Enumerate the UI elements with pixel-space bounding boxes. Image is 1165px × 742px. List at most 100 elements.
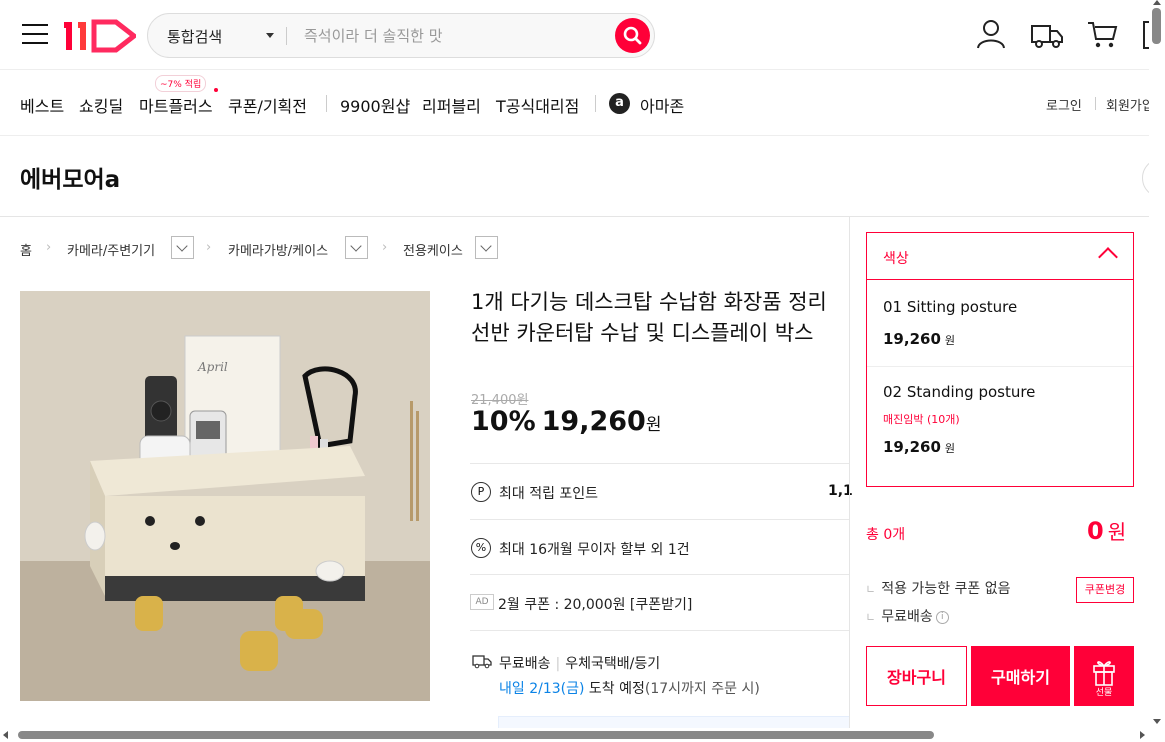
gift-label: 선물 [1095, 687, 1113, 697]
add-to-cart-button[interactable]: 장바구니 [866, 646, 967, 706]
signup-link[interactable]: 회원가입 [1106, 95, 1154, 114]
product-image[interactable]: April [20, 291, 430, 701]
nav-mart-plus[interactable]: 마트플러스 [139, 93, 213, 117]
arrival-info: 내일 2/13(금) 도착 예정(17시까지 주문 시) [499, 678, 760, 698]
nav-9900-shop[interactable]: 9900원샵 [340, 93, 410, 117]
option-price-value: 19,260 [883, 330, 941, 348]
total-amount: 0원 [1087, 516, 1126, 545]
calendar-text: April [197, 360, 228, 374]
nav-amazon[interactable]: 아마존 [640, 93, 684, 117]
chevron-right-icon: › [382, 240, 388, 255]
search-scope-select[interactable]: 통합검색 [167, 26, 222, 47]
scroll-right-icon[interactable] [1140, 731, 1145, 739]
total-amount-value: 0 [1087, 517, 1104, 545]
breadcrumb-camera-bag[interactable]: 카메라가방/케이스 [228, 240, 328, 259]
search-icon [623, 26, 642, 45]
chevron-right-icon: › [206, 240, 212, 255]
search-button[interactable] [615, 18, 650, 53]
nav-shocking-deal[interactable]: 쇼킹딜 [79, 93, 123, 117]
gift-button[interactable]: 선물 [1074, 646, 1134, 706]
coupon-status-text: 적용 가능한 쿠폰 없음 [881, 581, 1011, 597]
option-item[interactable]: 01 Sitting posture 19,260 원 [867, 281, 1133, 366]
buy-now-button[interactable]: 구매하기 [971, 646, 1070, 706]
free-shipping-text: 무료배송 [881, 609, 933, 625]
breadcrumb-home[interactable]: 홈 [20, 240, 32, 259]
delivery-truck-icon [472, 655, 492, 669]
shipping-method: 우체국택배/등기 [565, 656, 661, 672]
amazon-icon[interactable]: a [609, 93, 630, 114]
arrival-text: 도착 예정 [588, 681, 645, 697]
percent-icon: % [471, 538, 491, 558]
nav-divider [595, 95, 596, 112]
option-price-unit: 원 [944, 334, 956, 347]
price-unit: 원 [645, 415, 662, 435]
new-dot [214, 88, 218, 92]
scroll-left-icon[interactable] [3, 731, 8, 739]
stock-warning: 매진임박 (10개) [883, 413, 960, 426]
option-price-unit: 원 [944, 442, 956, 455]
info-icon[interactable]: i [935, 610, 949, 624]
search-input[interactable] [304, 23, 604, 48]
divider [470, 574, 850, 575]
option-header[interactable]: 색상 [867, 233, 1133, 280]
nav-best[interactable]: 베스트 [20, 93, 64, 117]
point-label[interactable]: 최대 적립 포인트 [499, 483, 598, 503]
scroll-up-icon[interactable] [1153, 0, 1161, 5]
corner-icon: ∟ [866, 611, 876, 624]
divider [470, 463, 850, 464]
top-header: 통합검색 [0, 0, 1165, 70]
vertical-scroll-thumb[interactable] [1152, 8, 1161, 44]
scroll-down-icon[interactable] [1153, 719, 1161, 724]
login-link[interactable]: 로그인 [1046, 95, 1082, 114]
option-price-value: 19,260 [883, 438, 941, 456]
11st-logo[interactable] [64, 18, 136, 54]
option-label: 색상 [883, 251, 909, 267]
caret-down-icon[interactable] [266, 33, 274, 38]
corner-icon: ∟ [866, 583, 876, 596]
arrival-note: (17시까지 주문 시) [644, 681, 760, 697]
divider [470, 630, 850, 631]
seller-name[interactable]: 에버모어a [20, 160, 120, 194]
breadcrumb-dropdown[interactable] [475, 236, 498, 259]
nav-refurbly[interactable]: 리퍼블리 [422, 93, 481, 117]
sale-price: 19,260 [541, 406, 646, 437]
option-price: 19,260 원 [883, 330, 955, 348]
option-selector: 색상 01 Sitting posture 19,260 원 02 Standin… [866, 232, 1134, 487]
menu-icon[interactable] [22, 24, 48, 46]
breadcrumb-dropdown[interactable] [171, 236, 194, 259]
option-price: 19,260 원 [883, 438, 955, 456]
coupon-download[interactable]: 2월 쿠폰 : 20,000원 [쿠폰받기] [498, 594, 692, 614]
total-count: 총 0개 [866, 527, 906, 543]
nav-coupon[interactable]: 쿠폰/기획전 [228, 93, 307, 117]
coupon-status: ∟ 적용 가능한 쿠폰 없음 [866, 578, 1011, 598]
option-item[interactable]: 02 Standing posture 매진임박 (10개) 19,260 원 [867, 367, 1133, 487]
divider [470, 519, 850, 520]
search-divider [286, 27, 287, 45]
horizontal-scroll-thumb[interactable] [18, 731, 934, 739]
util-divider [1095, 97, 1096, 110]
coupon-change-button[interactable]: 쿠폰변경 [1076, 577, 1134, 603]
delivery-truck-icon[interactable] [1030, 18, 1064, 50]
discount-rate: 10% [471, 406, 536, 437]
installment-info[interactable]: 최대 16개월 무이자 할부 외 1건 [499, 539, 690, 559]
ad-badge: AD [470, 594, 494, 610]
breadcrumb-dropdown[interactable] [345, 236, 368, 259]
vertical-scrollbar[interactable] [1149, 0, 1165, 728]
total-amount-unit: 원 [1107, 520, 1127, 544]
option-name: 02 Standing posture [883, 383, 1036, 401]
search-bar: 통합검색 [147, 13, 655, 58]
shipping-info: 무료배송 | 우체국택배/등기 [499, 653, 660, 673]
option-name: 01 Sitting posture [883, 298, 1018, 316]
seller-bar: 에버모어a [0, 136, 1165, 217]
breadcrumb-case[interactable]: 전용케이스 [403, 240, 463, 259]
user-icon[interactable] [975, 18, 1007, 50]
chevron-up-icon[interactable] [1098, 247, 1118, 267]
free-shipping-row: ∟ 무료배송 i [866, 606, 949, 626]
nav-t-official[interactable]: T공식대리점 [496, 93, 579, 117]
price-row: 10% 19,260원 [471, 406, 661, 437]
breadcrumb-camera[interactable]: 카메라/주변기기 [67, 240, 155, 259]
cart-icon[interactable] [1086, 18, 1118, 50]
shipping-divider: | [555, 656, 561, 672]
global-nav: 베스트 쇼킹딜 마트플러스 ~7% 적립 쿠폰/기획전 9900원샵 리퍼블리 … [0, 70, 1165, 136]
chevron-right-icon: › [46, 240, 52, 255]
